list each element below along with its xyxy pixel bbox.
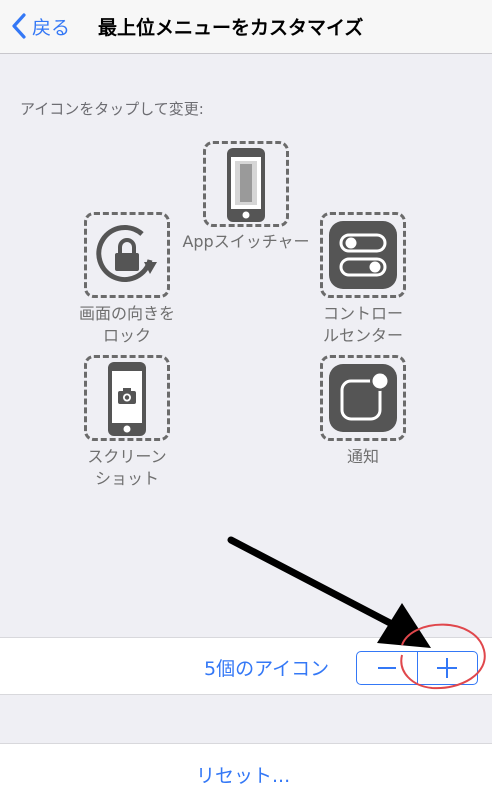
- icon-count-stepper: [356, 651, 478, 685]
- notification-label: 通知: [346, 447, 379, 466]
- control-center-icon: [329, 221, 397, 289]
- app-switcher-label: Appスイッチャー: [182, 232, 310, 251]
- rotation-lock-icon: [96, 225, 157, 283]
- back-label: 戻る: [32, 16, 71, 39]
- navigation-bar: 戻る 最上位メニューをカスタマイズ: [0, 0, 492, 54]
- screenshot-label: スクリーン ショット: [66, 446, 188, 490]
- icon-count-label: 5個のアイコン: [204, 658, 330, 680]
- control-center-label-line1: コントロー: [322, 304, 403, 323]
- screenshot-label-line1: スクリーン: [87, 447, 167, 466]
- control-center-label-line2: ルセンター: [322, 326, 403, 345]
- app-switcher-icon: [227, 148, 265, 222]
- plus-icon: [437, 658, 458, 678]
- slot-rotation-lock[interactable]: [84, 212, 170, 298]
- notification-icon: [329, 364, 397, 432]
- decrement-button[interactable]: [357, 652, 417, 684]
- screenshot-icon: [108, 362, 146, 436]
- reset-row: リセット...: [0, 743, 492, 800]
- screenshot-label-line2: ショット: [94, 469, 159, 488]
- chevron-left-icon: [12, 13, 26, 39]
- minus-icon: [377, 667, 396, 669]
- icon-count-bar: 5個のアイコン: [0, 637, 492, 695]
- page-title: 最上位メニューをカスタマイズ: [98, 17, 364, 39]
- back-button[interactable]: 戻る: [10, 11, 70, 41]
- instruction-text: アイコンをタップして変更:: [20, 100, 204, 118]
- increment-button[interactable]: [416, 652, 478, 684]
- reset-button[interactable]: リセット...: [196, 761, 290, 788]
- control-center-label: コントロー ルセンター: [302, 303, 424, 347]
- rotation-lock-label: 画面の向きを ロック: [66, 303, 188, 347]
- rotation-lock-label-line1: 画面の向きを: [78, 304, 175, 323]
- slot-control-center[interactable]: [320, 212, 406, 298]
- slot-app-switcher[interactable]: [203, 141, 289, 227]
- slot-screenshot[interactable]: [84, 355, 170, 441]
- rotation-lock-label-line2: ロック: [102, 326, 151, 345]
- slot-notification[interactable]: [320, 355, 406, 441]
